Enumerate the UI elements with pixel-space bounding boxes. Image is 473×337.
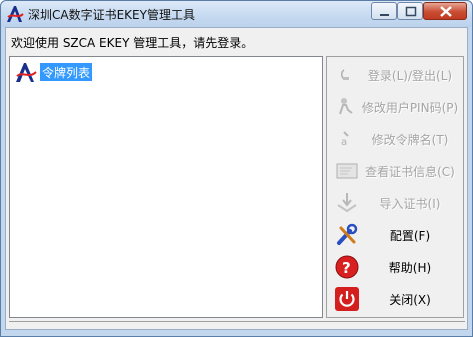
login-icon bbox=[341, 69, 349, 80]
rename-token-label: 修改令牌名(T) bbox=[371, 133, 449, 147]
minimize-icon bbox=[380, 14, 389, 16]
title-bar[interactable]: 深圳CA数字证书EKEY管理工具 bbox=[1, 1, 472, 27]
change-pin-label: 修改用户PIN码(P) bbox=[361, 101, 459, 115]
import-icon bbox=[337, 193, 357, 213]
welcome-message: 欢迎使用 SZCA EKEY 管理工具，请先登录。 bbox=[11, 36, 254, 50]
minimize-button[interactable] bbox=[371, 2, 397, 20]
import-certificate-button[interactable]: 导入证书(I) bbox=[331, 189, 459, 217]
maximize-icon bbox=[405, 6, 417, 17]
rename-icon: a bbox=[341, 131, 349, 148]
close-window-button[interactable] bbox=[423, 2, 467, 20]
login-logout-label: 登录(L)/登出(L) bbox=[367, 69, 453, 83]
main-panel: 欢迎使用 SZCA EKEY 管理工具，请先登录。 令牌列表 登录(L)/登出(… bbox=[5, 27, 468, 330]
view-certificate-button[interactable]: 查看证书信息(C) bbox=[331, 157, 459, 185]
view-certificate-label: 查看证书信息(C) bbox=[365, 165, 455, 179]
maximize-button[interactable] bbox=[397, 2, 423, 20]
token-tree[interactable]: 令牌列表 bbox=[9, 56, 323, 318]
power-icon bbox=[335, 287, 359, 311]
rename-token-button[interactable]: a 修改令牌名(T) bbox=[331, 125, 459, 153]
config-button[interactable]: 配置(F) bbox=[331, 221, 459, 249]
help-button[interactable]: ? 帮助(H) bbox=[331, 253, 459, 281]
tree-root-label[interactable]: 令牌列表 bbox=[40, 63, 93, 81]
token-list-icon bbox=[16, 63, 37, 82]
certificate-icon bbox=[336, 163, 358, 179]
app-logo-icon bbox=[7, 6, 24, 22]
help-icon: ? bbox=[335, 255, 359, 279]
svg-text:a: a bbox=[341, 137, 347, 148]
status-bar bbox=[9, 321, 465, 327]
svg-text:?: ? bbox=[342, 259, 351, 277]
close-app-label: 关闭(X) bbox=[389, 293, 431, 307]
window-title: 深圳CA数字证书EKEY管理工具 bbox=[28, 8, 195, 22]
config-label: 配置(F) bbox=[389, 229, 431, 243]
change-pin-button[interactable]: 修改用户PIN码(P) bbox=[331, 93, 459, 121]
action-panel: 登录(L)/登出(L) 修改用户PIN码(P) a 修改令牌名(T) 查看证书信… bbox=[326, 56, 464, 318]
login-logout-button[interactable]: 登录(L)/登出(L) bbox=[331, 61, 459, 89]
tools-icon bbox=[337, 223, 358, 245]
close-app-button[interactable]: 关闭(X) bbox=[331, 285, 459, 313]
help-label: 帮助(H) bbox=[388, 261, 432, 275]
user-pin-icon bbox=[339, 98, 353, 115]
close-icon bbox=[440, 6, 452, 17]
app-window: 深圳CA数字证书EKEY管理工具 欢迎使用 SZCA EKEY 管理工具，请先登… bbox=[0, 0, 473, 337]
import-certificate-label: 导入证书(I) bbox=[379, 197, 441, 211]
